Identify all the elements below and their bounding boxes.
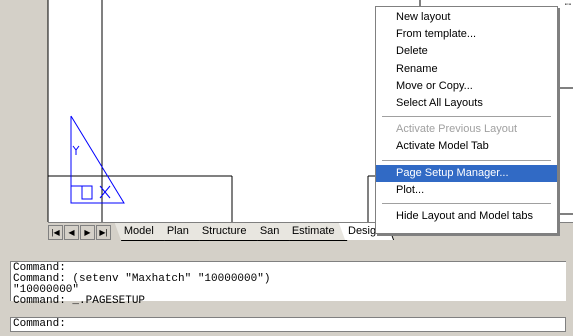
- layout-context-menu: New layout From template... Delete Renam…: [375, 6, 558, 234]
- prev-tab-icon[interactable]: ◀: [64, 225, 79, 240]
- menu-item-delete[interactable]: Delete: [376, 43, 557, 60]
- menu-separator: [382, 159, 551, 161]
- command-history: Command: Command: (setenv "Maxhatch" "10…: [10, 261, 566, 307]
- tab-estimate[interactable]: Estimate: [282, 223, 348, 241]
- next-tab-icon[interactable]: ▶: [80, 225, 95, 240]
- menu-item-activate-previous-layout: Activate Previous Layout: [396, 123, 518, 136]
- command-input[interactable]: Command:: [10, 317, 566, 332]
- menu-item-move-or-copy[interactable]: Move or Copy...: [376, 78, 557, 95]
- menu-item-from-template[interactable]: From template...: [376, 26, 557, 43]
- menu-item-select-all-layouts[interactable]: Select All Layouts: [376, 95, 557, 112]
- menu-item-page-setup-manager[interactable]: Page Setup Manager...: [376, 164, 557, 182]
- ucs-icon: [70, 115, 125, 204]
- corner-mark: ▪▫▪: [564, 2, 571, 8]
- tab-navigation: |◀ ◀ ▶ ▶|: [48, 225, 112, 241]
- command-prompt: Command:: [13, 318, 66, 330]
- history-line: Command: (setenv "Maxhatch" "10000000"): [13, 273, 271, 285]
- menu-separator: [382, 202, 551, 204]
- history-line: Command: _.PAGESETUP: [13, 295, 146, 307]
- menu-item-activate-model-tab[interactable]: Activate Model Tab: [376, 138, 557, 155]
- autocad-window: ▪▫▪ |◀ ◀ ▶ ▶| Model Plan Structure San E…: [0, 0, 573, 336]
- last-tab-icon[interactable]: ▶|: [96, 225, 111, 240]
- menu-item-rename[interactable]: Rename: [376, 61, 557, 78]
- command-window: Command: Command: (setenv "Maxhatch" "10…: [0, 243, 573, 336]
- layout-tabs: Model Plan Structure San Estimate Design: [114, 223, 395, 243]
- menu-item-plot[interactable]: Plot...: [376, 182, 557, 199]
- menu-item-new-layout[interactable]: New layout: [376, 9, 557, 26]
- first-tab-icon[interactable]: |◀: [48, 225, 63, 240]
- tab-structure[interactable]: Structure: [192, 223, 259, 241]
- menu-item-hide-layout-and-model-tabs[interactable]: Hide Layout and Model tabs: [376, 208, 557, 225]
- menu-separator: [382, 116, 551, 118]
